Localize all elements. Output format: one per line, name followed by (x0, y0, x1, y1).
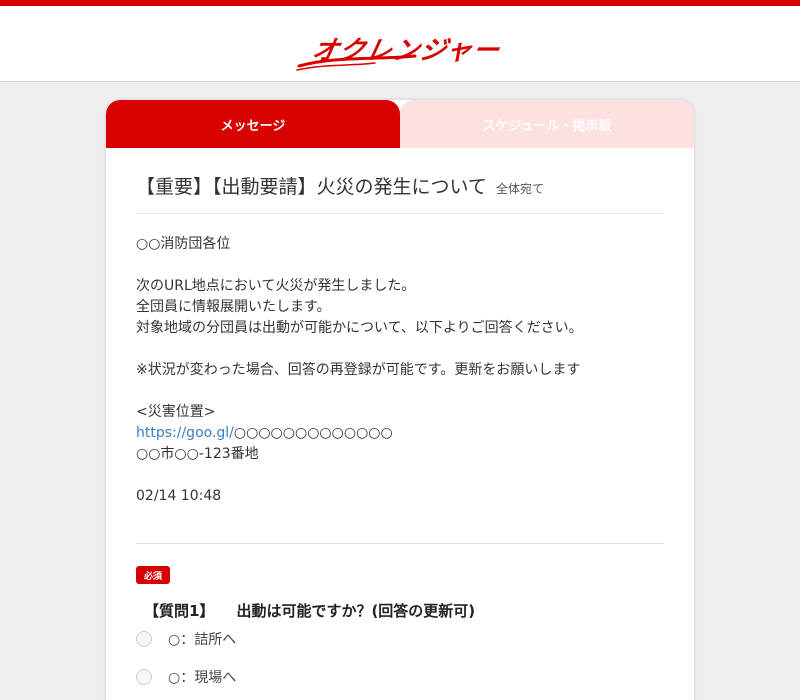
body-line: 次のURL地点において火災が発生しました。 (136, 278, 416, 294)
message-body: ○○消防団各位 次のURL地点において火災が発生しました。 全団員に情報展開いた… (136, 234, 664, 507)
app-logo[interactable]: オクレンジャー (295, 26, 505, 72)
radio-button[interactable] (136, 669, 152, 685)
header-bar: オクレンジャー (0, 0, 800, 82)
radio-button[interactable] (136, 631, 152, 647)
logo-text: オクレンジャー (309, 36, 503, 66)
divider (136, 543, 664, 544)
option-label: ○：現場へ (168, 670, 237, 686)
address: ○○市○○-123番地 (136, 446, 259, 462)
location-link-id: ○○○○○○○○○○○○○ (233, 425, 393, 441)
option-label: ○：詰所へ (168, 632, 237, 648)
location-line: https://goo.gl/○○○○○○○○○○○○○ (136, 423, 664, 444)
answer-option-site[interactable]: ○：現場へ (136, 666, 236, 688)
body-line: 全団員に情報展開いたします。 (136, 299, 331, 315)
tab-message[interactable]: メッセージ (106, 100, 400, 148)
question-title: 【質問1】 出動は可能ですか？(回答の更新可) (144, 600, 475, 621)
message-subject: 【重要】【出動要請】火災の発生について 全体宛て (136, 172, 664, 214)
question-number: 【質問1】 (144, 602, 215, 620)
timestamp: 02/14 10:48 (136, 488, 222, 504)
update-note: ※状況が変わった場合、回答の再登録が可能です。更新をお願いします (136, 362, 581, 378)
tab-schedule-board[interactable]: スケジュール・掲示板 (400, 100, 694, 148)
question-text: 出動は可能ですか？(回答の更新可) (236, 602, 476, 620)
tab-bar: メッセージ スケジュール・掲示板 (106, 100, 694, 148)
recipient-label: 全体宛て (496, 182, 545, 196)
location-link[interactable]: https://goo.gl/ (136, 425, 234, 441)
message-card: メッセージ スケジュール・掲示板 【重要】【出動要請】火災の発生について 全体宛… (106, 100, 694, 700)
required-badge: 必須 (136, 566, 170, 584)
greeting: ○○消防団各位 (136, 236, 231, 252)
location-heading: <災害位置> (136, 404, 216, 420)
subject-title: 【重要】【出動要請】火災の発生について (136, 176, 487, 198)
body-line: 対象地域の分団員は出動が可能かについて、以下よりご回答ください。 (136, 320, 583, 336)
answer-option-station[interactable]: ○：詰所へ (136, 628, 236, 650)
